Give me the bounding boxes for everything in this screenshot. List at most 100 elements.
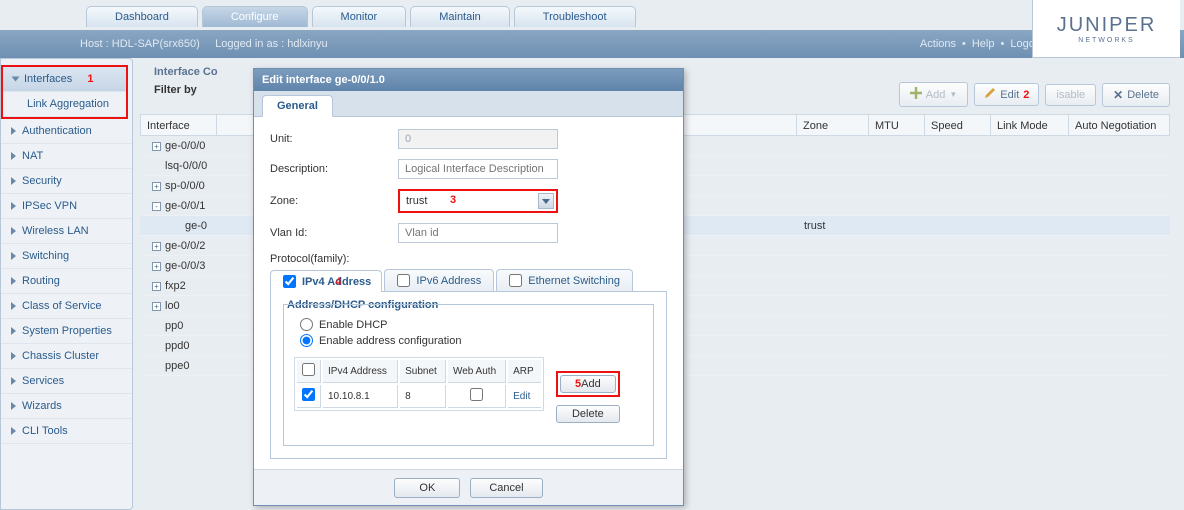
ipv4-checkbox[interactable] bbox=[283, 275, 296, 288]
status-login: Logged in as : hdlxinyu bbox=[215, 38, 328, 50]
sidebar-item-authentication[interactable]: Authentication bbox=[1, 119, 132, 144]
col-interface[interactable]: Interface bbox=[141, 115, 217, 135]
ipv6-label: IPv6 Address bbox=[416, 275, 481, 287]
col-mtu[interactable]: MTU bbox=[869, 115, 925, 135]
edit-label: Edit bbox=[1000, 89, 1019, 101]
collapse-icon[interactable]: - bbox=[152, 202, 161, 211]
link-help[interactable]: Help bbox=[972, 30, 995, 58]
tab-configure[interactable]: Configure bbox=[202, 6, 308, 27]
chevron-right-icon bbox=[11, 402, 16, 410]
col-autoneg[interactable]: Auto Negotiation bbox=[1069, 115, 1169, 135]
chevron-right-icon bbox=[11, 202, 16, 210]
delete-label: Delete bbox=[1127, 89, 1159, 101]
eth-checkbox[interactable] bbox=[509, 274, 522, 287]
sidebar-interfaces-label: Interfaces bbox=[24, 73, 72, 85]
brand-logo: JUNIPER NETWORKS bbox=[1032, 0, 1180, 58]
sidebar-item-security[interactable]: Security bbox=[1, 169, 132, 194]
chevron-right-icon bbox=[11, 327, 16, 335]
sidebar-item-link-aggregation[interactable]: Link Aggregation bbox=[3, 92, 126, 117]
filter-label: Filter by bbox=[154, 84, 197, 96]
annotation-2: 2 bbox=[1023, 89, 1029, 101]
chevron-right-icon bbox=[11, 427, 16, 435]
tab-monitor[interactable]: Monitor bbox=[312, 6, 407, 27]
cell-ip: 10.10.8.1 bbox=[323, 385, 398, 408]
sidebar-item-ipsec-vpn[interactable]: IPSec VPN bbox=[1, 194, 132, 219]
annotation-4: 4 bbox=[335, 276, 341, 288]
add-button[interactable]: Add▼ bbox=[899, 82, 969, 107]
tab-maintain[interactable]: Maintain bbox=[410, 6, 510, 27]
label-vlan: Vlan Id: bbox=[270, 227, 398, 239]
chevron-right-icon bbox=[11, 177, 16, 185]
col-arp: ARP bbox=[508, 360, 541, 383]
dialog-title: Edit interface ge-0/0/1.0 bbox=[254, 69, 683, 91]
cancel-button[interactable]: Cancel bbox=[470, 478, 542, 498]
unit-field bbox=[398, 129, 558, 149]
proto-tab-ipv6[interactable]: IPv6 Address bbox=[384, 269, 494, 291]
sidebar-item-wizards[interactable]: Wizards bbox=[1, 394, 132, 419]
chevron-right-icon bbox=[11, 252, 16, 260]
tab-dashboard[interactable]: Dashboard bbox=[86, 6, 198, 27]
chevron-right-icon bbox=[11, 302, 16, 310]
cell-arp-edit[interactable]: Edit bbox=[508, 385, 541, 408]
edit-button[interactable]: Edit 2 bbox=[974, 83, 1039, 106]
radio-enable-address[interactable] bbox=[300, 334, 313, 347]
col-zone[interactable]: Zone bbox=[797, 115, 869, 135]
description-field[interactable] bbox=[398, 159, 558, 179]
label-enable-dhcp: Enable DHCP bbox=[319, 319, 387, 331]
sidebar-item-cli-tools[interactable]: CLI Tools bbox=[1, 419, 132, 444]
address-row[interactable]: 10.10.8.1 8 Edit bbox=[297, 385, 541, 408]
col-ipv4: IPv4 Address bbox=[323, 360, 398, 383]
address-row-checkbox[interactable] bbox=[302, 388, 315, 401]
col-speed[interactable]: Speed bbox=[925, 115, 991, 135]
disable-button[interactable]: isable bbox=[1045, 84, 1096, 106]
brand-name: JUNIPER bbox=[1057, 14, 1157, 37]
label-zone: Zone: bbox=[270, 195, 398, 207]
brand-sub: NETWORKS bbox=[1078, 37, 1134, 44]
annotation-1: 1 bbox=[87, 73, 93, 85]
chevron-right-icon bbox=[11, 277, 16, 285]
col-linkmode[interactable]: Link Mode bbox=[991, 115, 1069, 135]
dialog-tab-general[interactable]: General bbox=[262, 95, 333, 117]
status-host: Host : HDL-SAP(srx650) bbox=[80, 38, 200, 50]
vlan-field[interactable] bbox=[398, 223, 558, 243]
sidebar-item-services[interactable]: Services bbox=[1, 369, 132, 394]
ipv6-checkbox[interactable] bbox=[397, 274, 410, 287]
expand-icon[interactable]: + bbox=[152, 242, 161, 251]
cell-webauth-checkbox[interactable] bbox=[470, 388, 483, 401]
sidebar-item-switching[interactable]: Switching bbox=[1, 244, 132, 269]
sidebar-item-nat[interactable]: NAT bbox=[1, 144, 132, 169]
ok-button[interactable]: OK bbox=[394, 478, 460, 498]
sidebar: Interfaces 1 Link Aggregation Authentica… bbox=[0, 58, 133, 510]
expand-icon[interactable]: + bbox=[152, 182, 161, 191]
expand-icon[interactable]: + bbox=[152, 282, 161, 291]
delete-address-button[interactable]: Delete bbox=[556, 405, 620, 423]
expand-icon[interactable]: + bbox=[152, 302, 161, 311]
sidebar-item-system-properties[interactable]: System Properties bbox=[1, 319, 132, 344]
tab-troubleshoot[interactable]: Troubleshoot bbox=[514, 6, 636, 27]
link-actions[interactable]: Actions bbox=[920, 30, 956, 58]
address-select-all[interactable] bbox=[302, 363, 315, 376]
zone-select[interactable] bbox=[400, 191, 556, 211]
label-protocol: Protocol(family): bbox=[270, 253, 398, 265]
delete-button[interactable]: ✕ Delete bbox=[1102, 83, 1170, 107]
chevron-right-icon bbox=[11, 352, 16, 360]
status-bar: Host : HDL-SAP(srx650) Logged in as : hd… bbox=[0, 30, 1184, 58]
col-subnet: Subnet bbox=[400, 360, 446, 383]
close-icon: ✕ bbox=[1113, 88, 1123, 102]
proto-tab-eth[interactable]: Ethernet Switching bbox=[496, 269, 633, 291]
expand-icon[interactable]: + bbox=[152, 142, 161, 151]
radio-enable-dhcp[interactable] bbox=[300, 318, 313, 331]
cell-subnet: 8 bbox=[400, 385, 446, 408]
sidebar-item-interfaces[interactable]: Interfaces 1 bbox=[3, 67, 126, 92]
sidebar-item-wireless-lan[interactable]: Wireless LAN bbox=[1, 219, 132, 244]
sidebar-item-routing[interactable]: Routing bbox=[1, 269, 132, 294]
proto-tab-ipv4[interactable]: IPv4 Address 4 bbox=[270, 270, 382, 292]
add-address-button[interactable]: 5Add bbox=[560, 375, 616, 393]
chevron-right-icon bbox=[11, 377, 16, 385]
expand-icon[interactable]: + bbox=[152, 262, 161, 271]
chevron-right-icon bbox=[11, 152, 16, 160]
sidebar-item-class-of-service[interactable]: Class of Service bbox=[1, 294, 132, 319]
sidebar-item-chassis-cluster[interactable]: Chassis Cluster bbox=[1, 344, 132, 369]
col-web: Web Auth bbox=[448, 360, 506, 383]
label-unit: Unit: bbox=[270, 133, 398, 145]
